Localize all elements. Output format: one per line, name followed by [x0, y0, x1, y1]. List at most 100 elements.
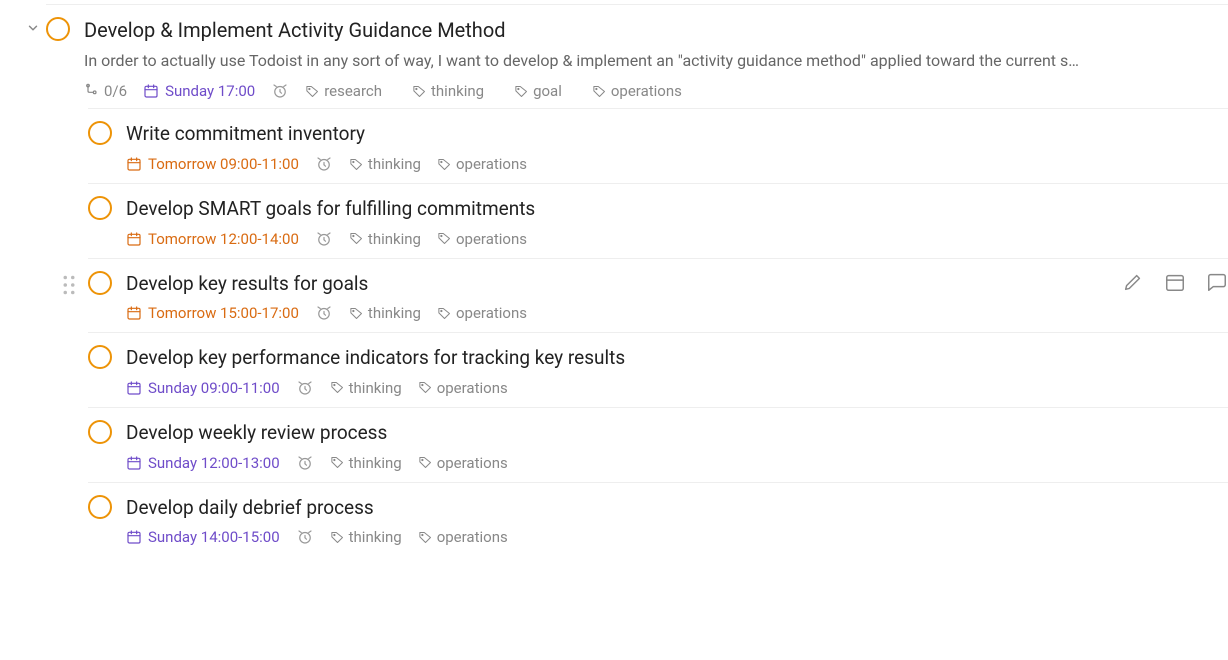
task-title[interactable]: Write commitment inventory	[126, 121, 1216, 147]
tag-icon	[437, 231, 452, 246]
reminder[interactable]	[315, 304, 333, 322]
collapse-toggle[interactable]	[20, 17, 46, 35]
due-date[interactable]: Sunday 17:00	[143, 82, 255, 100]
tag-icon	[418, 455, 433, 470]
tag-icon	[514, 84, 529, 99]
subtask-count-text: 0/6	[104, 82, 127, 100]
due-date[interactable]: Sunday 09:00-11:00	[126, 379, 280, 397]
drag-handle[interactable]	[62, 275, 76, 295]
task-checkbox[interactable]	[88, 495, 112, 519]
task-row[interactable]: Develop SMART goals for fulfilling commi…	[88, 183, 1228, 258]
task-row[interactable]: Develop key results for goals Tomorrow 15…	[88, 258, 1228, 333]
tag-label: thinking	[368, 155, 421, 173]
task-meta-row: Sunday 09:00-11:00 thinking operations	[126, 379, 1216, 397]
tag[interactable]: thinking	[349, 155, 421, 173]
due-date-text: Sunday 14:00-15:00	[148, 528, 280, 546]
tag-icon	[349, 306, 364, 321]
task-meta-row: Sunday 12:00-13:00 thinking operations	[126, 454, 1216, 472]
subtasks-icon	[84, 83, 100, 99]
reminder[interactable]	[271, 82, 289, 100]
task-title[interactable]: Develop key results for goals	[126, 271, 1216, 297]
task-checkbox[interactable]	[88, 271, 112, 295]
task-content: Develop daily debrief process Sunday 14:0…	[126, 495, 1228, 547]
task-title[interactable]: Develop weekly review process	[126, 420, 1216, 446]
due-date-text: Sunday 09:00-11:00	[148, 379, 280, 397]
task-title[interactable]: Develop SMART goals for fulfilling commi…	[126, 196, 1216, 222]
due-date[interactable]: Sunday 14:00-15:00	[126, 528, 280, 546]
task-checkbox[interactable]	[88, 121, 112, 145]
alarm-icon	[315, 230, 333, 248]
task-row[interactable]: Develop weekly review process Sunday 12:0…	[88, 407, 1228, 482]
task-checkbox[interactable]	[88, 196, 112, 220]
task-row[interactable]: Develop daily debrief process Sunday 14:0…	[88, 482, 1228, 557]
tag[interactable]: thinking	[349, 230, 421, 248]
reminder[interactable]	[296, 454, 314, 472]
due-date[interactable]: Tomorrow 09:00-11:00	[126, 155, 299, 173]
tag[interactable]: thinking	[330, 528, 402, 546]
task-checkbox[interactable]	[88, 345, 112, 369]
tag-icon	[412, 84, 427, 99]
alarm-icon	[315, 304, 333, 322]
task-title[interactable]: Develop key performance indicators for t…	[126, 345, 1216, 371]
schedule-icon	[1164, 271, 1186, 293]
reminder[interactable]	[315, 230, 333, 248]
tag[interactable]: goal	[514, 82, 562, 100]
tag-label: operations	[437, 454, 508, 472]
tag-icon	[418, 530, 433, 545]
tag[interactable]: operations	[437, 155, 527, 173]
task-checkbox[interactable]	[88, 420, 112, 444]
task-row[interactable]: Write commitment inventory Tomorrow 09:00…	[88, 108, 1228, 183]
alarm-icon	[296, 528, 314, 546]
calendar-icon	[126, 529, 142, 545]
tag[interactable]: thinking	[330, 379, 402, 397]
due-date[interactable]: Sunday 12:00-13:00	[126, 454, 280, 472]
due-date-text: Sunday 12:00-13:00	[148, 454, 280, 472]
tag-label: thinking	[349, 454, 402, 472]
subtask-count[interactable]: 0/6	[84, 82, 127, 100]
calendar-icon	[126, 455, 142, 471]
tag-label: research	[324, 82, 382, 100]
task-content: Develop key performance indicators for t…	[126, 345, 1228, 397]
edit-task-button[interactable]	[1122, 271, 1144, 293]
tag-icon	[330, 530, 345, 545]
due-date[interactable]: Tomorrow 15:00-17:00	[126, 304, 299, 322]
task-content: Develop weekly review process Sunday 12:0…	[126, 420, 1228, 472]
schedule-task-button[interactable]	[1164, 271, 1186, 293]
task-row[interactable]: Develop key performance indicators for t…	[88, 332, 1228, 407]
tag-icon	[305, 84, 320, 99]
tag[interactable]: operations	[418, 379, 508, 397]
task-checkbox[interactable]	[46, 17, 70, 41]
chevron-down-icon	[26, 21, 40, 35]
reminder[interactable]	[315, 155, 333, 173]
reminder[interactable]	[296, 379, 314, 397]
due-date-text: Tomorrow 15:00-17:00	[148, 304, 299, 322]
tag-icon	[437, 306, 452, 321]
drag-handle-icon	[62, 275, 76, 295]
task-hover-actions	[1122, 271, 1228, 293]
tag[interactable]: operations	[592, 82, 682, 100]
alarm-icon	[296, 379, 314, 397]
tag-label: operations	[437, 379, 508, 397]
tag[interactable]: operations	[418, 528, 508, 546]
reminder[interactable]	[296, 528, 314, 546]
task-content: Develop SMART goals for fulfilling commi…	[126, 196, 1228, 248]
tag[interactable]: thinking	[330, 454, 402, 472]
tag-label: goal	[533, 82, 562, 100]
tag[interactable]: thinking	[412, 82, 484, 100]
subtask-list: Write commitment inventory Tomorrow 09:00…	[88, 108, 1228, 556]
task-title[interactable]: Develop daily debrief process	[126, 495, 1216, 521]
comment-task-button[interactable]	[1206, 271, 1228, 293]
tag[interactable]: thinking	[349, 304, 421, 322]
task-row-parent[interactable]: Develop & Implement Activity Guidance Me…	[46, 4, 1228, 108]
tag[interactable]: operations	[418, 454, 508, 472]
tag[interactable]: research	[305, 82, 382, 100]
calendar-icon	[143, 83, 159, 99]
tag-icon	[349, 157, 364, 172]
task-title[interactable]: Develop & Implement Activity Guidance Me…	[84, 17, 1216, 44]
tag[interactable]: operations	[437, 304, 527, 322]
due-date-text: Sunday 17:00	[165, 82, 255, 100]
task-content: Develop & Implement Activity Guidance Me…	[84, 17, 1228, 100]
due-date[interactable]: Tomorrow 12:00-14:00	[126, 230, 299, 248]
tag-icon	[418, 380, 433, 395]
tag[interactable]: operations	[437, 230, 527, 248]
